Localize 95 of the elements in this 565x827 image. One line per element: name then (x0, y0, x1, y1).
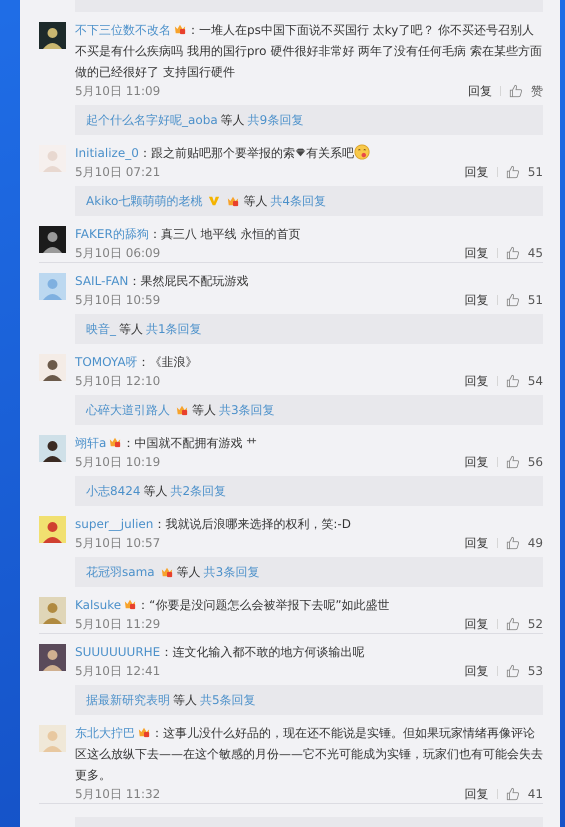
comment-text: FAKER的舔狗：真三八 地平线 永恒的首页 (75, 226, 302, 243)
like-count: 51 (528, 165, 543, 179)
reply-suffix: 等人 (119, 320, 143, 338)
username-link[interactable]: 翊轩a (75, 436, 106, 450)
like-count: 54 (528, 374, 543, 388)
like-count: 51 (528, 293, 543, 307)
thumbs-up-icon[interactable] (506, 536, 520, 550)
reply-user-link[interactable]: 据最新研究表明 (86, 692, 170, 708)
comment-text: 东北大拧巴 ：这事儿没什么好品的，现在还不能说是实锤。但如果玩家情绪再像评论区这么放纵下去——在这个敏感的月份——它不光可能成为实锤，玩家们也有可能会失去更多。 (75, 725, 543, 784)
like-count: 53 (528, 664, 543, 678)
reply-link[interactable]: 回复 (464, 786, 489, 802)
like-count: 赞 (531, 82, 543, 100)
username-link[interactable]: SUUUUUURHE (75, 645, 160, 659)
thumbs-up-icon[interactable] (506, 617, 520, 631)
like-count: 56 (528, 455, 543, 469)
timestamp: 5月10日 11:32 (75, 786, 160, 802)
comment-text: TOMOYA呀：《韭浪》 (75, 354, 199, 371)
crown-badge-icon (137, 726, 151, 738)
thumbs-up-icon[interactable] (506, 374, 520, 388)
username-link[interactable]: Kalsuke (75, 598, 122, 612)
reply-count-link[interactable]: 共3条回复 (219, 402, 275, 418)
reply-link[interactable]: 回复 (464, 244, 489, 262)
reply-user-link[interactable]: 小志8424 (86, 482, 141, 500)
timestamp: 5月10日 06:09 (75, 244, 160, 262)
username-link[interactable]: super__julien (75, 517, 154, 531)
timestamp: 5月10日 12:10 (75, 372, 160, 390)
timestamp: 5月10日 11:29 (75, 616, 160, 632)
reply-count-link[interactable]: 共2条回复 (170, 482, 226, 500)
comment-text: 不下三位数不改名 ：一堆人在ps中国下面说不买国行 太ky了吧？ 你不买还号召别人不买是有什么疾病吗 我用的国行pro 硬件很好非常好 两年了没有任何毛病 索在某些方面做的已经很好了 支持国行硬件 (75, 22, 543, 81)
reply-count-link[interactable]: 共5条回复 (200, 692, 256, 708)
crown-badge-icon (108, 436, 122, 448)
username-link[interactable]: 不下三位数不改名 (75, 23, 171, 37)
reply-user-link[interactable]: 映音_ (86, 320, 116, 338)
reply-suffix: 等人 (243, 192, 268, 210)
comment-text: SAIL-FAN：果然屁民不配玩游戏 (75, 273, 250, 290)
username-link[interactable]: FAKER的舔狗 (75, 227, 149, 241)
timestamp: 5月10日 10:19 (75, 454, 160, 470)
crown-badge-icon (175, 404, 189, 416)
v-badge-icon (207, 195, 222, 207)
reply-link[interactable]: 回复 (464, 662, 489, 680)
reply-link[interactable]: 回复 (464, 454, 489, 470)
thumbs-up-icon[interactable] (506, 787, 520, 801)
reply-suffix: 等人 (192, 402, 216, 418)
reply-count-link[interactable]: 共1条回复 (146, 320, 202, 338)
username-link[interactable]: 东北大拧巴 (75, 726, 135, 740)
comment-text: SUUUUUURHE：连文化输入都不敢的地方何谈输出呢 (75, 644, 366, 661)
reply-suffix: 等人 (173, 692, 197, 708)
like-count: 52 (528, 617, 543, 631)
thumbs-up-icon[interactable] (509, 84, 523, 98)
reply-suffix: 等人 (176, 564, 201, 580)
like-count: 49 (528, 536, 543, 550)
reply-user-link[interactable]: 花冠羽sama (86, 564, 155, 580)
thumbs-up-icon[interactable] (506, 165, 520, 179)
avatar[interactable] (39, 435, 66, 462)
crown-badge-icon (160, 566, 174, 578)
avatar[interactable] (39, 354, 66, 381)
reply-link[interactable]: 回复 (468, 82, 492, 100)
comment-text: Initialize_0：跟之前贴吧那个要举报的索 有关系吧 (75, 143, 543, 164)
reply-link[interactable]: 回复 (464, 534, 489, 552)
comment-text: Kalsuke ：“你要是没问题怎么会被举报下去呢”如此盛世 (75, 597, 391, 614)
timestamp: 5月10日 07:21 (75, 164, 160, 180)
diamond-icon (294, 147, 306, 158)
thumbs-up-icon[interactable] (506, 246, 520, 260)
reply-suffix: 等人 (220, 112, 245, 128)
reply-user-link[interactable]: 起个什么名字好呢_aoba (86, 112, 218, 128)
timestamp: 5月10日 10:59 (75, 292, 160, 308)
username-link[interactable]: TOMOYA呀 (75, 355, 138, 369)
crown-badge-icon (173, 23, 187, 35)
thumbs-up-icon[interactable] (506, 455, 520, 469)
comment-text: 翊轩a ：中国就不配拥有游戏 (75, 433, 543, 454)
reply-suffix: 等人 (144, 482, 168, 500)
timestamp: 5月10日 11:09 (75, 82, 160, 100)
reply-count-link[interactable]: 共3条回复 (204, 564, 260, 580)
avatar[interactable] (39, 22, 66, 49)
username-link[interactable]: SAIL-FAN (75, 274, 128, 288)
reply-link[interactable]: 回复 (464, 616, 489, 632)
reply-link[interactable]: 回复 (464, 164, 489, 180)
username-link[interactable]: Initialize_0 (75, 146, 139, 160)
crown-badge-icon (226, 195, 240, 207)
timestamp: 5月10日 12:41 (75, 662, 160, 680)
avatar[interactable] (39, 226, 66, 253)
reply-link[interactable]: 回复 (464, 292, 489, 308)
reply-count-link[interactable]: 共9条回复 (248, 112, 304, 128)
reply-user-link[interactable]: Akiko七颗萌萌的老桃 (86, 192, 202, 210)
thumbs-up-icon[interactable] (506, 293, 520, 307)
smiley-icon (354, 144, 370, 160)
reply-link[interactable]: 回复 (464, 372, 489, 390)
reply-user-link[interactable]: 心碎大道引路人 (86, 402, 170, 418)
crown-badge-icon (123, 598, 138, 610)
like-count: 41 (528, 787, 543, 801)
like-count: 45 (528, 246, 543, 260)
timestamp: 5月10日 10:57 (75, 534, 160, 552)
comment-text: super__julien：我就说后浪哪来选择的权利，笑:-D (75, 516, 352, 533)
reply-count-link[interactable]: 共4条回复 (270, 192, 326, 210)
thumbs-up-icon[interactable] (506, 664, 520, 678)
